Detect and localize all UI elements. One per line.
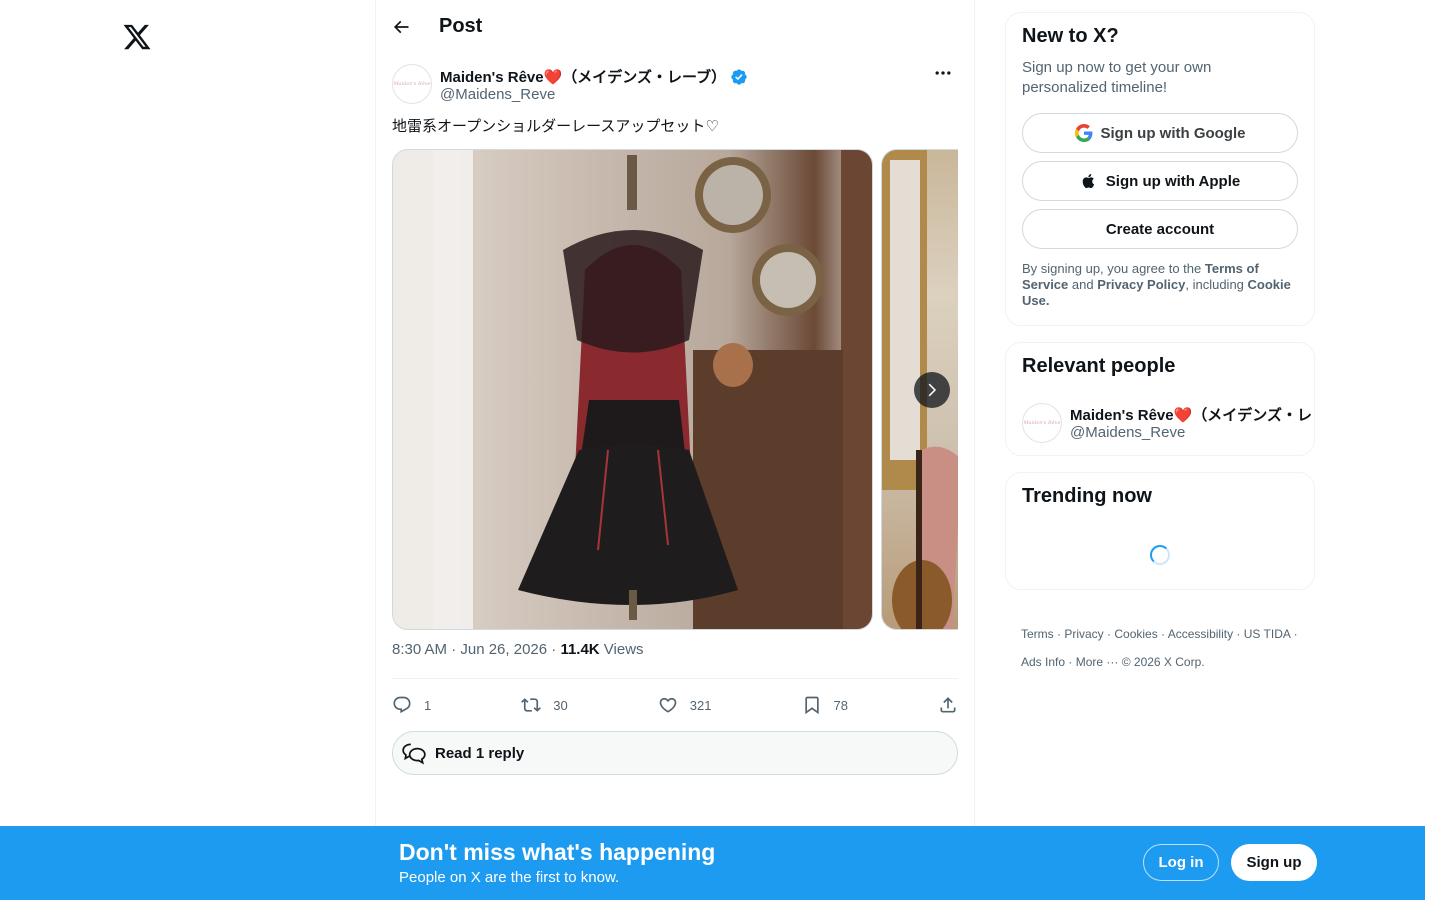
sign-up-google-button[interactable]: Sign up with Google (1022, 113, 1298, 153)
card-title: Trending now (1022, 485, 1152, 507)
person-handle[interactable]: @Maidens_Reve (1070, 424, 1185, 441)
avatar[interactable]: Maiden's Rêve (1022, 403, 1062, 443)
reply-button[interactable]: 1 (392, 695, 431, 715)
repost-button[interactable]: 30 (521, 695, 568, 715)
conversation-icon (402, 743, 426, 765)
chevron-right-icon (928, 383, 937, 397)
arrow-left-icon (393, 20, 409, 33)
bookmark-icon (804, 696, 819, 715)
divider (392, 678, 958, 679)
banner-subtitle: People on X are the first to know. (399, 869, 620, 886)
views-label: Views (599, 641, 644, 658)
share-icon (940, 697, 956, 713)
views-count: 11.4K (560, 641, 600, 658)
footer-link[interactable]: Accessibility (1168, 627, 1233, 641)
tweet-author: Maiden's Rêve Maiden's Rêve❤️（メイデンズ・レーブ）… (392, 64, 960, 108)
verified-badge-icon[interactable] (730, 68, 748, 86)
card-title: New to X? (1022, 25, 1119, 47)
loading-spinner-icon (1150, 545, 1170, 565)
tweet-actions: 1 30 321 78 (392, 692, 958, 718)
signup-legal-text: By signing up, you agree to the Terms of… (1022, 261, 1291, 308)
reply-icon (393, 696, 411, 714)
sign-up-apple-button[interactable]: Sign up with Apple (1022, 161, 1298, 201)
apple-icon (1082, 173, 1094, 189)
page-title: Post (439, 15, 483, 37)
footer-link[interactable]: Ads Info (1021, 655, 1065, 669)
bookmark-button[interactable]: 78 (802, 695, 848, 715)
more-dots-icon (935, 71, 951, 75)
x-logo-icon[interactable] (122, 22, 152, 52)
author-handle[interactable]: @Maidens_Reve (440, 86, 555, 103)
tweet-text: 地雷系オープンショルダーレースアップセット♡ (392, 118, 719, 135)
author-name[interactable]: Maiden's Rêve❤️（メイデンズ・レーブ） (440, 66, 748, 87)
outfit-photo-illustration (393, 150, 872, 629)
create-account-button[interactable]: Create account (1022, 209, 1298, 249)
tweet-photo[interactable] (392, 149, 873, 630)
card-title: Relevant people (1022, 355, 1176, 377)
share-button[interactable] (938, 695, 958, 715)
heart-icon (659, 697, 677, 713)
copyright: © 2026 X Corp. (1121, 655, 1205, 669)
read-replies-button[interactable]: Read 1 reply (392, 731, 958, 775)
footer-links: Terms · Privacy · Cookies · Accessibilit… (1021, 627, 1298, 669)
person-name[interactable]: Maiden's Rêve❤️（メイデンズ・レーブ） (1070, 404, 1313, 425)
google-icon (1074, 124, 1092, 142)
trending-card: Trending now (1005, 472, 1315, 590)
repost-icon (521, 698, 542, 712)
relevant-people-card: Relevant people Maiden's Rêve Maiden's R… (1005, 342, 1315, 456)
left-nav (0, 0, 375, 900)
footer-link[interactable]: US TIDA (1244, 627, 1290, 641)
sign-up-button[interactable]: Sign up (1231, 844, 1317, 881)
carousel-next-button[interactable] (914, 372, 950, 408)
footer-link[interactable]: Cookies (1114, 627, 1157, 641)
footer-link[interactable]: More ··· (1076, 655, 1119, 669)
like-button[interactable]: 321 (658, 695, 711, 715)
privacy-link[interactable]: Privacy Policy (1097, 277, 1185, 292)
tweet-timestamp[interactable]: 8:30 AM · Jun 26, 2026 · (392, 641, 560, 658)
main-column: Post Maiden's Rêve Maiden's Rêve❤️（メイデンズ… (375, 0, 975, 900)
back-button[interactable] (384, 10, 418, 44)
signup-banner: Don't miss what's happening People on X … (0, 826, 1425, 900)
more-button[interactable] (926, 60, 960, 86)
avatar[interactable]: Maiden's Rêve (392, 64, 432, 104)
log-in-button[interactable]: Log in (1143, 844, 1219, 881)
new-to-x-card: New to X? Sign up now to get your own pe… (1005, 12, 1315, 326)
footer-link[interactable]: Terms (1021, 627, 1054, 641)
footer-link[interactable]: Privacy (1064, 627, 1103, 641)
banner-title: Don't miss what's happening (399, 839, 716, 865)
card-subtitle: Sign up now to get your own personalized… (1022, 59, 1212, 96)
post-header: Post (376, 0, 974, 53)
tweet-meta: 8:30 AM · Jun 26, 2026 · 11.4K Views (392, 641, 644, 658)
media-carousel (392, 149, 958, 630)
